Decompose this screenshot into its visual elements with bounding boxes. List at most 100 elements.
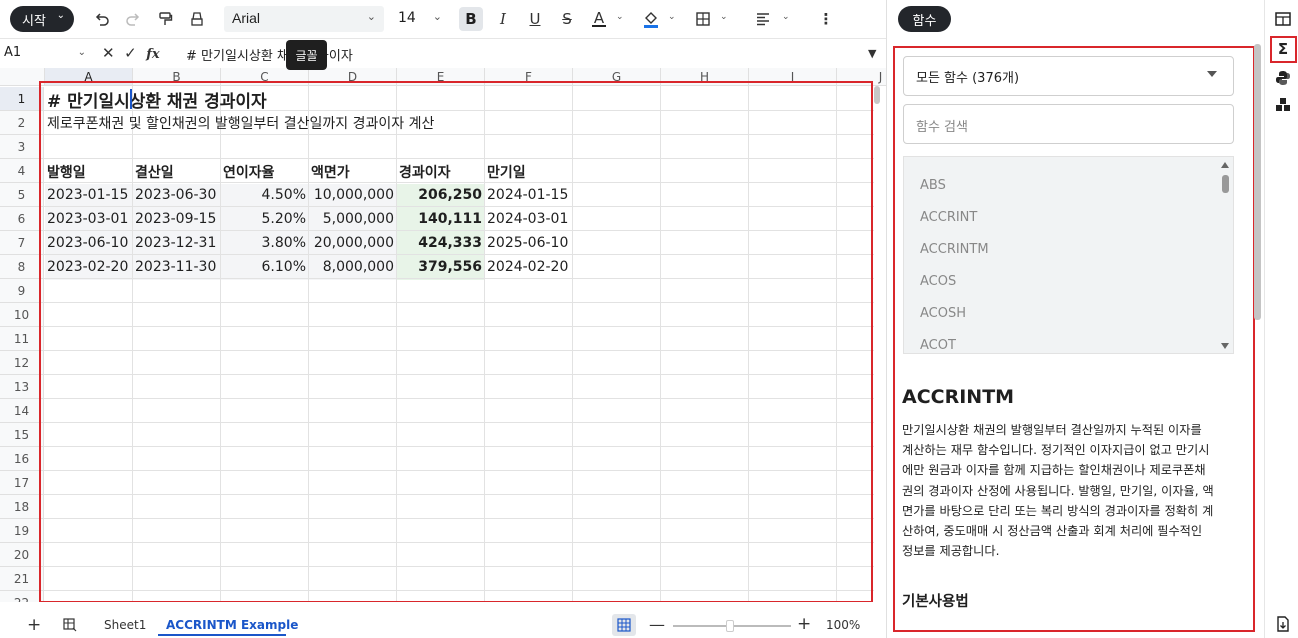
settlement-date-cell[interactable]: 2023-12-31 bbox=[133, 231, 218, 255]
accrued-interest-cell[interactable]: 206,250 bbox=[397, 183, 484, 207]
row-header[interactable]: 6 bbox=[0, 207, 44, 231]
header-issue-date[interactable]: 발행일 bbox=[45, 160, 88, 184]
fx-icon[interactable]: fx bbox=[146, 47, 159, 62]
maturity-date-cell[interactable]: 2025-06-10 bbox=[485, 231, 570, 255]
column-header[interactable]: B bbox=[133, 68, 221, 86]
python-icon[interactable] bbox=[1273, 68, 1293, 88]
scroll-up-icon[interactable] bbox=[1221, 162, 1229, 168]
bold-button[interactable]: B bbox=[459, 7, 483, 31]
face-value-cell[interactable]: 20,000,000 bbox=[309, 231, 396, 255]
issue-date-cell[interactable]: 2023-01-15 bbox=[45, 183, 130, 207]
face-value-cell[interactable]: 5,000,000 bbox=[309, 207, 396, 231]
sheet-list-icon[interactable] bbox=[62, 617, 78, 636]
list-scrollbar[interactable] bbox=[1222, 175, 1229, 193]
row-header[interactable]: 4 bbox=[0, 159, 44, 183]
function-list-item[interactable]: ACCRINT bbox=[920, 210, 977, 225]
rate-cell[interactable]: 6.10% bbox=[221, 255, 308, 279]
row-header[interactable]: 14 bbox=[0, 399, 44, 423]
column-header[interactable]: E bbox=[397, 68, 485, 86]
row-header[interactable]: 18 bbox=[0, 495, 44, 519]
grid-scrollbar[interactable] bbox=[874, 86, 880, 104]
row-header[interactable]: 11 bbox=[0, 327, 44, 351]
blocks-icon[interactable] bbox=[1273, 94, 1293, 114]
sheet-tab-sheet1[interactable]: Sheet1 bbox=[104, 618, 146, 632]
row-header[interactable]: 1 bbox=[0, 87, 44, 111]
add-sheet-icon[interactable]: + bbox=[27, 615, 41, 635]
row-header[interactable]: 7 bbox=[0, 231, 44, 255]
maturity-date-cell[interactable]: 2024-02-20 bbox=[485, 255, 570, 279]
undo-icon[interactable] bbox=[91, 8, 113, 30]
row-header[interactable]: 10 bbox=[0, 303, 44, 327]
cancel-icon[interactable]: ✕ bbox=[102, 44, 115, 62]
issue-date-cell[interactable]: 2023-06-10 bbox=[45, 231, 130, 255]
font-size-select[interactable]: 14 ⌄ bbox=[392, 6, 450, 32]
zoom-out-icon[interactable]: — bbox=[649, 615, 665, 634]
row-header[interactable]: 13 bbox=[0, 375, 44, 399]
rate-cell[interactable]: 5.20% bbox=[221, 207, 308, 231]
row-header[interactable]: 2 bbox=[0, 111, 44, 135]
function-list[interactable]: ABS ACCRINT ACCRINTM ACOS ACOSH ACOT bbox=[903, 156, 1234, 354]
borders-icon[interactable] bbox=[692, 8, 714, 30]
select-all-corner[interactable] bbox=[0, 68, 45, 86]
download-file-icon[interactable] bbox=[1273, 614, 1293, 634]
issue-date-cell[interactable]: 2023-03-01 bbox=[45, 207, 130, 231]
sheet-tab-accrintm-example[interactable]: ACCRINTM Example bbox=[166, 618, 298, 632]
function-search-input[interactable]: 함수 검색 bbox=[903, 104, 1234, 144]
settlement-date-cell[interactable]: 2023-11-30 bbox=[133, 255, 218, 279]
start-menu-button[interactable]: 시작 ⌄ bbox=[10, 6, 74, 32]
chevron-down-icon[interactable]: ⌄ bbox=[720, 12, 728, 22]
row-header[interactable]: 20 bbox=[0, 543, 44, 567]
rate-cell[interactable]: 4.50% bbox=[221, 183, 308, 207]
grid-view-icon[interactable] bbox=[612, 614, 636, 636]
function-list-item[interactable]: ACCRINTM bbox=[920, 242, 989, 257]
row-header[interactable]: 8 bbox=[0, 255, 44, 279]
row-header[interactable]: 21 bbox=[0, 567, 44, 591]
column-header[interactable]: D bbox=[309, 68, 397, 86]
row-header[interactable]: 12 bbox=[0, 351, 44, 375]
settlement-date-cell[interactable]: 2023-09-15 bbox=[133, 207, 218, 231]
zoom-in-icon[interactable]: + bbox=[797, 614, 811, 634]
row-header[interactable]: 22 bbox=[0, 591, 44, 602]
accrued-interest-cell[interactable]: 140,111 bbox=[397, 207, 484, 231]
spreadsheet-grid[interactable]: ABCDEFGHIJ 1 2 3 4 5 6 7 8 9 10 11 12 13 14 15 16 17 18 19… bbox=[0, 68, 886, 602]
column-header[interactable]: I bbox=[749, 68, 837, 86]
settlement-date-cell[interactable]: 2023-06-30 bbox=[133, 183, 218, 207]
function-list-item[interactable]: ABS bbox=[920, 178, 946, 193]
underline-icon[interactable]: U bbox=[524, 8, 546, 30]
issue-date-cell[interactable]: 2023-02-20 bbox=[45, 255, 130, 279]
row-header[interactable]: 15 bbox=[0, 423, 44, 447]
function-category-select[interactable]: 모든 함수 (376개) bbox=[903, 56, 1234, 96]
confirm-icon[interactable]: ✓ bbox=[124, 44, 137, 62]
sheet-subtitle[interactable]: 제로쿠폰채권 및 할인채권의 발행일부터 결산일까지 경과이자 계산 bbox=[45, 111, 436, 135]
header-annual-rate[interactable]: 연이자율 bbox=[221, 160, 277, 184]
row-header[interactable]: 16 bbox=[0, 447, 44, 471]
row-header[interactable]: 17 bbox=[0, 471, 44, 495]
panel-scrollbar[interactable] bbox=[1254, 44, 1261, 320]
name-box[interactable]: A1 ⌄ bbox=[4, 45, 90, 60]
clear-format-icon[interactable] bbox=[186, 8, 208, 30]
font-family-select[interactable]: Arial ⌄ bbox=[224, 6, 384, 32]
function-list-item[interactable]: ACOSH bbox=[920, 306, 966, 321]
sheet-title[interactable]: # 만기일시상환 채권 경과이자 bbox=[45, 87, 269, 112]
rate-cell[interactable]: 3.80% bbox=[221, 231, 308, 255]
sigma-icon[interactable]: Σ bbox=[1273, 39, 1293, 59]
text-color-icon[interactable]: A bbox=[588, 8, 610, 30]
accrued-interest-cell[interactable]: 379,556 bbox=[397, 255, 484, 279]
paint-format-icon[interactable] bbox=[154, 8, 176, 30]
column-header[interactable]: C bbox=[221, 68, 309, 86]
zoom-slider-thumb[interactable] bbox=[726, 620, 734, 632]
align-left-icon[interactable] bbox=[752, 8, 774, 30]
row-header[interactable]: 9 bbox=[0, 279, 44, 303]
maturity-date-cell[interactable]: 2024-03-01 bbox=[485, 207, 570, 231]
accrued-interest-cell[interactable]: 424,333 bbox=[397, 231, 484, 255]
more-options-icon[interactable]: ⋮ bbox=[815, 8, 837, 30]
fill-color-icon[interactable] bbox=[640, 8, 662, 30]
chevron-down-icon[interactable]: ⌄ bbox=[616, 12, 624, 22]
column-header[interactable]: J bbox=[837, 68, 886, 86]
scroll-down-icon[interactable] bbox=[1221, 343, 1229, 349]
function-list-item[interactable]: ACOT bbox=[920, 338, 956, 353]
function-list-item[interactable]: ACOS bbox=[920, 274, 956, 289]
strikethrough-icon[interactable]: S bbox=[556, 8, 578, 30]
header-settlement-date[interactable]: 결산일 bbox=[133, 160, 176, 184]
column-header[interactable]: A bbox=[45, 68, 133, 86]
